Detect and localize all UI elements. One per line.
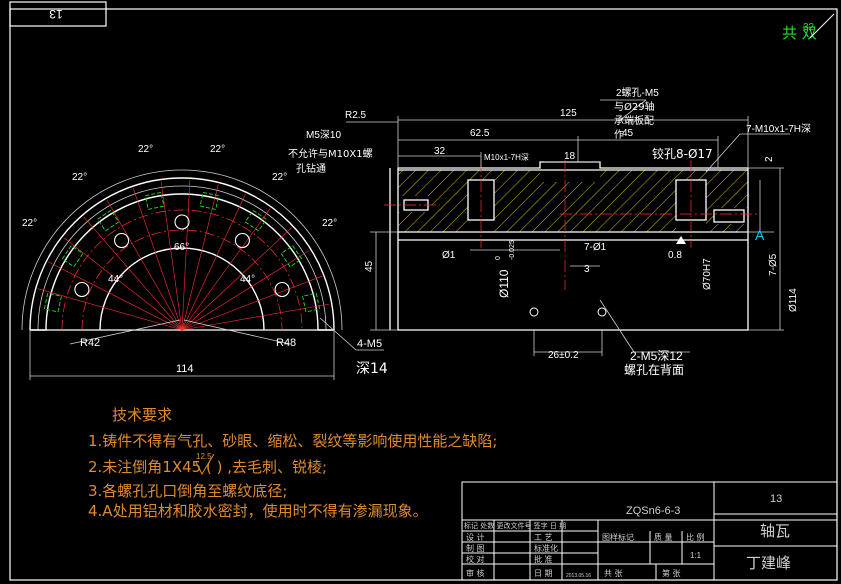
dim-2: 2 <box>764 156 775 162</box>
angle-label: 22° <box>210 144 225 155</box>
back-thread-2: 螺孔在背面 <box>624 363 684 377</box>
drawing-number: 13 <box>770 493 782 505</box>
bolt-hole <box>174 214 190 230</box>
radial-line <box>181 208 271 331</box>
thread-depth: 深14 <box>356 361 388 377</box>
angle-label: 22° <box>72 172 87 183</box>
tech-line-1: 1.铸件不得有气孔、砂眼、缩松、裂纹等影响使用性能之缺陷; <box>88 432 498 450</box>
section-view: R2.5 125 62.5 32 18 45 45 M5深10 不允许与M10X… <box>288 87 811 377</box>
angle-label: 22° <box>272 172 287 183</box>
dim-0-8: 0.8 <box>668 250 682 261</box>
tech-line-4: 4.A处用铝材和胶水密封，使用时不得有渗漏现象。 <box>88 502 428 520</box>
hidden-pocket <box>43 292 62 313</box>
scale-value: 1:1 <box>690 551 702 560</box>
back-thread-1: 2-M5深12 <box>630 349 683 363</box>
part-name: 轴瓦 <box>760 522 790 540</box>
dia-110: Ø110 <box>497 269 511 298</box>
hole-7: 7-Ø1 <box>584 242 607 253</box>
col-header-2: 比 例 <box>686 532 705 542</box>
row-left-3: 审 核 <box>466 568 485 578</box>
hidden-pocket <box>144 191 165 210</box>
ream-callout: 铰孔8-Ø17 <box>652 146 713 161</box>
date-mini: 2013.05.16 <box>566 573 591 579</box>
angle-label: 22° <box>138 144 153 155</box>
hidden-pocket <box>302 292 321 313</box>
width-dim: 114 <box>176 363 194 375</box>
sheet-total: 共 张 <box>604 569 623 578</box>
tech-title: 技术要求 <box>112 406 173 424</box>
radial-line <box>106 199 183 331</box>
header-row: 标记 处数 更改文件号 签字 日 期 <box>464 521 566 530</box>
radial-line <box>160 181 183 331</box>
top-thread-3: 承端板配 <box>614 114 654 127</box>
radial-line <box>181 180 191 331</box>
angle-label: 44° <box>108 274 123 285</box>
bore-dim: Ø70H7 <box>702 258 713 290</box>
number-box-text: 13 <box>49 7 63 21</box>
end-view: 22° 22° 22° 22° 22° 22° 66° 44° 44° R42 … <box>21 144 388 380</box>
radial-line <box>83 216 183 331</box>
angle-label: 22° <box>22 218 37 229</box>
top-thread-4: 作 <box>614 129 624 141</box>
datum-label: A <box>755 227 765 243</box>
length-32: 32 <box>434 146 446 157</box>
row-mid-2: 批 准 <box>534 554 553 564</box>
radius-dim: R2.5 <box>345 110 367 121</box>
tol-upper: 0 <box>495 256 502 260</box>
row-left-0: 设 计 <box>466 532 485 542</box>
top-thread-2: 与Ø29轴 <box>614 100 655 113</box>
quantity-mark: 共 双 32 <box>782 13 835 42</box>
m5-depth: M5深10 <box>306 129 341 141</box>
dia-1: Ø1 <box>442 250 456 261</box>
row-left-1: 制 图 <box>466 543 485 553</box>
position-26: 26±0.2 <box>548 350 579 361</box>
top-thread-1: 2螺孔-M5 <box>616 87 659 99</box>
length-18: 18 <box>564 151 576 162</box>
row-mid-1: 标准化 <box>534 543 558 553</box>
hidden-pocket <box>199 191 220 210</box>
radius-dim-right: R48 <box>276 337 296 349</box>
designer-name: 丁建峰 <box>746 554 791 572</box>
tech-line-2: 2.未注倒角1X45 ( ) ,去毛刺、锐棱; <box>88 458 328 476</box>
height-45: 45 <box>364 260 375 272</box>
col-header-0: 图样标记 <box>602 532 634 542</box>
quantity-value: 32 <box>803 22 815 33</box>
dia-114: Ø114 <box>788 288 799 312</box>
tol-lower: -0.025 <box>509 240 516 260</box>
row-mid-0: 工 艺 <box>534 533 553 542</box>
right-thread: 7-M10x1-7H深 <box>746 123 811 135</box>
row-left-2: 校 对 <box>466 554 485 564</box>
radius-dim-left: R42 <box>80 337 100 349</box>
length-125: 125 <box>560 108 577 119</box>
angle-label: 66° <box>174 242 189 253</box>
number-box: 13 <box>9 1 107 27</box>
angle-label: 22° <box>322 218 337 229</box>
radial-line <box>181 303 330 331</box>
bolt-hole <box>114 232 130 249</box>
col-header-1: 质 量 <box>654 532 673 542</box>
radial-line <box>181 227 292 331</box>
angle-label: 44° <box>240 274 255 285</box>
note-m10-b: 孔钻通 <box>296 162 326 175</box>
tech-line-3: 3.各螺孔孔口倒角至螺纹底径; <box>88 482 288 500</box>
note-m10: 不允许与M10X1螺 <box>288 147 373 160</box>
bolt-hole <box>74 281 90 298</box>
radial-line <box>181 250 310 331</box>
radial-line <box>37 288 183 331</box>
material-text: ZQSn6-6-3 <box>626 505 680 517</box>
sheet-num: 第 张 <box>662 568 681 578</box>
m10-thread: M10x1-7H深 <box>484 153 529 162</box>
thread-callout: 4-M5 <box>357 338 382 350</box>
cad-drawing-sheet: 13 共 双 32 22° 22° 22° 22° 22° 22° 66° 44… <box>0 0 841 584</box>
length-62-5: 62.5 <box>470 128 490 139</box>
dia-5: 7-Ø5 <box>768 253 779 276</box>
row-mid-3: 日 期 <box>534 569 553 578</box>
dim-3: 3 <box>584 264 590 275</box>
